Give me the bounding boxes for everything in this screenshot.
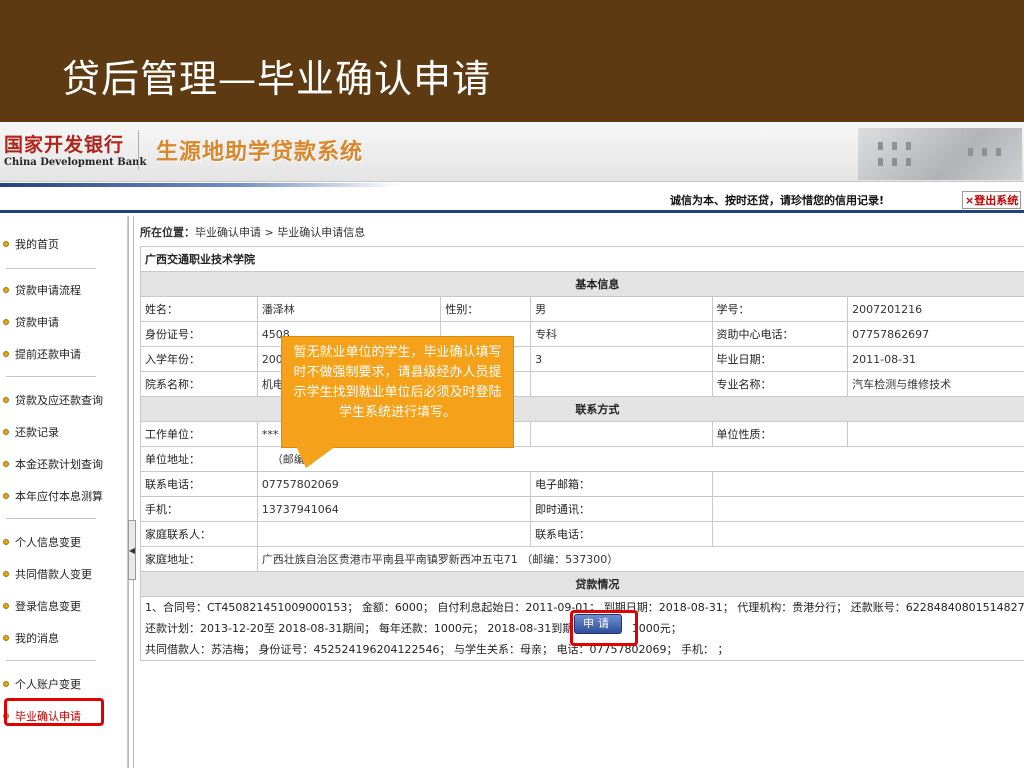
- sidebar-item-loan-query[interactable]: 贷款及应还款查询: [3, 392, 103, 408]
- sidebar-item-prepay[interactable]: 提前还款申请: [3, 346, 81, 362]
- bullet-icon: [3, 539, 9, 545]
- breadcrumb: 所在位置：毕业确认申请 > 毕业确认申请信息: [140, 226, 366, 239]
- phone-value: [530, 421, 713, 447]
- family-contact-label: 家庭联系人：: [140, 521, 258, 547]
- instruction-callout: 暂无就业单位的学生，毕业确认填写时不做强制要求，请县级经办人员提示学生找到就业单…: [281, 336, 514, 448]
- nav-highlight-frame: [4, 698, 104, 726]
- sidebar-item-loan-process[interactable]: 贷款申请流程: [3, 282, 81, 298]
- sidebar-nav: 我的首页 贷款申请流程 贷款申请 提前还款申请 贷款及应还款查询 还款记录 本金…: [0, 216, 128, 768]
- mobile-value: 13737941064: [256, 496, 532, 522]
- sidebar-item-login-info[interactable]: 登录信息变更: [3, 598, 81, 614]
- section-contact: 联系方式: [140, 396, 1024, 422]
- contact-phone-value: 07757802069: [256, 471, 532, 497]
- years-value: 3: [530, 346, 713, 372]
- grad-date-value: 2011-08-31: [847, 346, 1024, 372]
- sidebar-divider: [6, 518, 96, 519]
- banner-divider: [138, 130, 139, 170]
- sidebar-item-co-borrower[interactable]: 共同借款人变更: [3, 566, 92, 582]
- center-phone-value: 07757862697: [847, 321, 1024, 347]
- bank-logo-en: China Development Bank: [4, 157, 147, 168]
- name-value: 潘泽林: [256, 296, 442, 322]
- bullet-icon: [3, 351, 9, 357]
- contact-phone-label: 联系电话：: [140, 471, 258, 497]
- family-contact-phone-label: 联系电话：: [530, 521, 713, 547]
- sidebar-item-repay-plan[interactable]: 本金还款计划查询: [3, 456, 103, 472]
- sidebar-item-interest-calc[interactable]: 本年应付本息测算: [3, 488, 103, 504]
- im-value: [711, 496, 1024, 522]
- bullet-icon: [3, 241, 9, 247]
- work-unit-label: 工作单位：: [140, 421, 258, 447]
- email-value: [711, 471, 1024, 497]
- sidebar-item-personal-info[interactable]: 个人信息变更: [3, 534, 81, 550]
- sidebar-item-account[interactable]: 个人账户变更: [3, 676, 81, 692]
- app-banner: 国家开发银行 China Development Bank 生源地助学贷款系统: [0, 122, 1024, 182]
- level-value: 专科: [530, 321, 713, 347]
- graduation-form: 广西交通职业技术学院 基本信息 姓名： 潘泽林 性别： 男 学号： 200720…: [140, 246, 1024, 661]
- info-bar: 诚信为本、按时还贷，请珍惜您的信用记录! ×登出系统: [0, 183, 1024, 213]
- mobile-label: 手机：: [140, 496, 258, 522]
- home-addr-value: 广西壮族自治区贵港市平南县平南镇罗新西冲五屯71 （邮编：537300）: [256, 546, 1024, 572]
- sidebar-divider: [6, 268, 96, 269]
- system-name: 生源地助学贷款系统: [156, 140, 364, 165]
- logout-button[interactable]: ×登出系统: [962, 191, 1022, 209]
- bank-logo-cn: 国家开发银行: [4, 134, 125, 156]
- building-image: [858, 128, 1022, 180]
- major-value: 汽车检测与维修技术: [847, 371, 1024, 397]
- sidebar-item-loan-apply[interactable]: 贷款申请: [3, 314, 59, 330]
- collapse-sidebar-icon[interactable]: ◀: [128, 520, 136, 580]
- unit-addr-value: （邮编：）: [256, 446, 1024, 472]
- school-name: 广西交通职业技术学院: [140, 246, 1024, 272]
- section-basic-info: 基本信息: [140, 271, 1024, 297]
- email-label: 电子邮箱：: [530, 471, 713, 497]
- slide-title: 贷后管理—毕业确认申请: [62, 57, 492, 101]
- bullet-icon: [3, 571, 9, 577]
- bullet-icon: [3, 681, 9, 687]
- bullet-icon: [3, 493, 9, 499]
- id-label: 身份证号：: [140, 321, 258, 347]
- sidebar-item-repay-record[interactable]: 还款记录: [3, 424, 59, 440]
- bullet-icon: [3, 635, 9, 641]
- sidebar-item-home[interactable]: 我的首页: [3, 236, 59, 252]
- gender-value: 男: [530, 296, 713, 322]
- slide-header: 贷后管理—毕业确认申请: [0, 0, 1024, 122]
- im-label: 即时通讯：: [530, 496, 713, 522]
- center-phone-label: 资助中心电话：: [711, 321, 849, 347]
- enroll-label: 入学年份：: [140, 346, 258, 372]
- family-contact-value: [256, 521, 532, 547]
- gender-label: 性别：: [440, 296, 532, 322]
- apply-button[interactable]: 申请: [574, 614, 622, 634]
- bullet-icon: [3, 429, 9, 435]
- callout-pointer: [296, 446, 336, 468]
- unit-addr-label: 单位地址：: [140, 446, 258, 472]
- sidebar-item-messages[interactable]: 我的消息: [3, 630, 59, 646]
- empty-cell: [530, 371, 713, 397]
- section-loan: 贷款情况: [140, 571, 1024, 597]
- major-label: 专业名称：: [711, 371, 849, 397]
- bullet-icon: [3, 603, 9, 609]
- home-addr-label: 家庭地址：: [140, 546, 258, 572]
- dept-label: 院系名称：: [140, 371, 258, 397]
- bullet-icon: [3, 397, 9, 403]
- bullet-icon: [3, 461, 9, 467]
- unit-type-value: [847, 421, 1024, 447]
- student-no-label: 学号：: [711, 296, 849, 322]
- sidebar-divider: [6, 376, 96, 377]
- unit-type-label: 单位性质：: [711, 421, 849, 447]
- student-no-value: 2007201216: [847, 296, 1024, 322]
- sidebar-divider: [6, 660, 96, 661]
- motto-text: 诚信为本、按时还贷，请珍惜您的信用记录!: [670, 194, 885, 207]
- grad-date-label: 毕业日期：: [711, 346, 849, 372]
- family-contact-phone-value: [711, 521, 1024, 547]
- bullet-icon: [3, 319, 9, 325]
- sidebar-splitter: [128, 216, 134, 768]
- bullet-icon: [3, 287, 9, 293]
- name-label: 姓名：: [140, 296, 258, 322]
